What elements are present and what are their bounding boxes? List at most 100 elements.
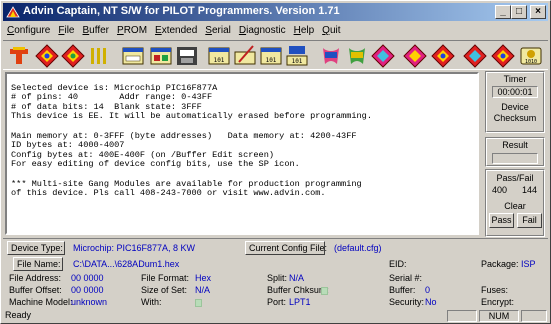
serial-icon[interactable]: 101 [285,44,309,68]
buffer-label: Buffer: [389,285,416,295]
status-text: Ready [5,310,32,320]
port-value: LPT1 [289,297,311,307]
menu-quit[interactable]: Quit [318,25,344,36]
program-icon[interactable] [35,44,59,68]
blank-check-icon[interactable] [345,44,369,68]
result-group: Result [485,137,545,167]
nav-forward-icon[interactable] [491,44,515,68]
erase-icon[interactable] [319,44,343,68]
result-label: Result [502,140,528,150]
message-line: of this device. Pls call 408-243-7000 or… [11,188,326,199]
machine-model-value: unknown [71,297,108,307]
menu-file[interactable]: File [54,25,78,36]
with-swatch [195,298,202,307]
dots-grid-icon[interactable] [87,44,111,68]
fail-count: 144 [522,185,538,195]
eid-label: EID: [389,259,407,269]
window-title: Advin Captain, NT S/W for PILOT Programm… [23,5,340,17]
pass-button[interactable]: Pass [489,213,514,228]
current-config-button[interactable]: Current Config File: [245,241,327,255]
menu-quit-accelerator: Q [322,25,330,36]
svg-text:101: 101 [266,57,277,64]
port-label: Port: [267,297,287,307]
pass-fail-group: Pass/Fail 400 144 Clear Pass Fail [485,169,545,237]
checksum-icon[interactable]: 101 [259,44,283,68]
security-value: No [425,297,437,307]
app-icon [6,6,20,18]
file-name-value: C:\DATA...\628ADum1.hex [73,259,180,269]
info-panel: Device Type: Microchip: PIC16F877A, 8 KW… [3,238,548,309]
device-checksum-label: Device [501,102,529,112]
file-name-button[interactable]: File Name: [13,257,63,271]
minimize-button[interactable]: _ [495,5,511,19]
menu-configure[interactable]: Configure [3,25,54,36]
encrypt-label: Encrypt: [481,297,515,307]
split-label: Split: [267,273,288,283]
device-checksum-label-2: Checksum [493,113,537,123]
menu-prom[interactable]: PROM [113,25,151,36]
menu-diagnostic-label: iagnostic [246,25,286,36]
device-type-value: Microchip: PIC16F877A, 8 KW [73,243,196,253]
timer-label: Timer [503,74,527,84]
menu-file-label: ile [64,25,75,36]
status-panel-blank-2 [521,310,547,322]
menu-extended[interactable]: Extended [151,25,201,36]
status-bar: Ready NUM [3,310,548,323]
menu-configure-label: onfigure [14,25,51,36]
menu-bar: Configure File Buffer PROM Extended Seri… [3,22,548,39]
toolbar: 101 101 101 1010 [3,40,548,70]
clear-label: Clear [504,201,526,211]
save-file-icon[interactable] [149,44,173,68]
with-label: With: [141,297,162,307]
menu-diagnostic[interactable]: Diagnostic [235,25,290,36]
help-icon[interactable]: 1010 [519,44,543,68]
menu-prom-accelerator: P [117,25,124,36]
security-label: Security: [389,297,425,307]
menu-extended-label: xtended [161,25,198,36]
auto-icon[interactable] [371,44,395,68]
message-line: For easy editing of device config bits, … [11,159,300,170]
timer-value: 00:00:01 [492,86,538,98]
security-icon[interactable] [403,44,427,68]
menu-buffer[interactable]: Buffer [79,25,114,36]
pass-count: 400 [492,185,508,195]
svg-text:101: 101 [292,58,303,65]
chip-read-icon[interactable]: 101 [207,44,231,68]
menu-help-accelerator: H [293,25,301,36]
close-button[interactable]: × [530,5,546,19]
buffer-offset-label: Buffer Offset: [9,285,62,295]
serial-label: Serial #: [389,273,423,283]
num-lock-indicator: NUM [479,310,519,322]
message-panel: Selected device is: Microchip PIC16F877A… [5,72,479,235]
nav-icon[interactable] [463,44,487,68]
menu-serial[interactable]: Serial [201,25,235,36]
menu-buffer-label: uffer [89,25,110,36]
app-window: Advin Captain, NT S/W for PILOT Programm… [0,0,551,324]
pass-fail-label: Pass/Fail [496,173,534,183]
message-line: This device is EE. It will be automatica… [11,111,372,122]
menu-help[interactable]: Help [290,25,319,36]
menu-serial-label: erial [211,25,231,36]
current-config-value: (default.cfg) [334,243,382,253]
menu-help-label: elp [300,25,315,36]
size-of-set-value: N/A [195,285,211,295]
device-type-button[interactable]: Device Type: [7,241,65,255]
split-value: N/A [289,273,305,283]
buffer-checksum-indicator [321,285,328,295]
title-bar[interactable]: Advin Captain, NT S/W for PILOT Programm… [3,3,548,21]
machine-model-label: Machine Model: [9,297,73,307]
buffer-icon[interactable] [175,44,199,68]
device-select-icon[interactable] [7,44,31,68]
maximize-button[interactable]: □ [511,5,527,19]
menu-serial-accelerator: S [205,25,212,36]
edit-buffer-icon[interactable] [233,44,257,68]
with-indicator [195,297,202,307]
verify-icon[interactable] [61,44,85,68]
fail-button[interactable]: Fail [517,213,542,228]
config-icon[interactable] [431,44,455,68]
size-of-set-label: Size of Set: [141,285,188,295]
buffer-checksum-swatch [321,286,328,295]
load-file-icon[interactable] [121,44,145,68]
file-address-value: 00 0000 [71,273,104,283]
file-address-label: File Address: [9,273,62,283]
